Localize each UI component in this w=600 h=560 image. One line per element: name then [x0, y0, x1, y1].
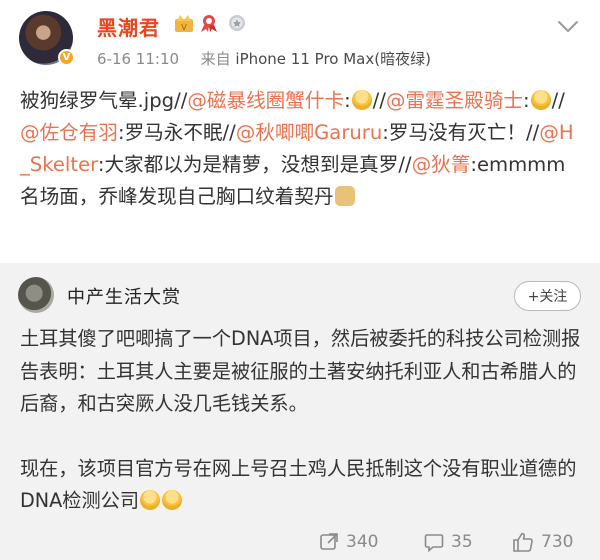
action-bar: 340 35 730: [0, 525, 600, 560]
comment-action[interactable]: 35: [423, 528, 473, 556]
repost-paragraph-2-text: 现在，该项目官方号在网上号召土鸡人民抵制这个没有职业道德的DNA检测公司: [20, 456, 577, 513]
doge-emoji-icon: [334, 186, 355, 206]
mention-link[interactable]: @佐仓有羽: [20, 121, 118, 144]
repost-action[interactable]: 340: [318, 528, 378, 556]
post-text-segment: :: [523, 89, 530, 112]
comment-count: 35: [451, 532, 473, 552]
post-text-segment: 被狗绿罗气晕.jpg//: [20, 89, 188, 112]
post-time: 6-16 11:10: [97, 50, 180, 68]
laugh-cry-emoji-icon: [140, 490, 161, 510]
like-icon: [513, 532, 533, 552]
svg-text:V: V: [181, 23, 187, 32]
repost-author-name[interactable]: 中产生活大赏: [67, 283, 181, 309]
verified-badge-icon: V: [58, 49, 75, 66]
mention-link[interactable]: @雷霆圣殿骑士: [386, 89, 523, 112]
post-source-prefix: 来自: [200, 50, 231, 68]
post-text-segment: :罗马没有灭亡！//: [382, 121, 540, 144]
post-header: V 黑潮君 V 6-16 11:10 来自 iPhone 11 Pro Max(…: [0, 0, 600, 84]
repost-paragraph-1: 土耳其傻了吧唧搞了一个DNA项目，然后被委托的科技公司检测报告表明：土耳其人主要…: [20, 327, 581, 415]
repost-author-avatar[interactable]: [18, 277, 54, 313]
repost-icon: [320, 533, 338, 550]
post-meta: 6-16 11:10 来自 iPhone 11 Pro Max(暗夜绿): [97, 48, 431, 69]
post-text-segment: :: [344, 89, 351, 112]
post-device[interactable]: iPhone 11 Pro Max(暗夜绿): [235, 50, 431, 68]
laugh-cry-emoji-icon: [351, 90, 372, 110]
comment-icon: [424, 534, 444, 553]
repost-content: 土耳其傻了吧唧搞了一个DNA项目，然后被委托的科技公司检测报告表明：土耳其人主要…: [20, 323, 582, 518]
post-content: 被狗绿罗气晕.jpg//@磁暴线圈蟹什卡://@雷霆圣殿骑士://@佐仓有羽:罗…: [20, 85, 582, 213]
repost-paragraph-2: 现在，该项目官方号在网上号召土鸡人民抵制这个没有职业道德的DNA检测公司: [20, 453, 582, 518]
medal-badge-icon[interactable]: [226, 13, 248, 33]
laugh-cry-emoji-icon: [530, 90, 551, 110]
reposted-card[interactable]: 中产生活大赏 +关注 土耳其傻了吧唧搞了一个DNA项目，然后被委托的科技公司检测…: [0, 263, 600, 525]
author-name[interactable]: 黑潮君: [97, 12, 160, 41]
like-action[interactable]: 730: [511, 528, 573, 556]
mention-link[interactable]: @狄箐: [412, 153, 471, 176]
post-text-segment: :罗马永不眠//: [117, 121, 236, 144]
laugh-cry-emoji-icon: [162, 490, 183, 510]
follow-button[interactable]: +关注: [514, 281, 581, 311]
post-text-segment: //: [372, 89, 386, 112]
ribbon-badge-icon[interactable]: [198, 13, 220, 33]
chevron-down-icon[interactable]: [555, 16, 581, 38]
repost-count: 340: [346, 532, 379, 552]
mention-link[interactable]: @秋唧唧Garuru: [236, 121, 383, 144]
mention-link[interactable]: @磁暴线圈蟹什卡: [187, 89, 344, 112]
post-text-segment: //: [551, 89, 565, 112]
post-text-segment: :大家都以为是精萝，没想到是真罗//: [97, 153, 412, 176]
like-count: 730: [541, 532, 574, 552]
crown-badge-icon[interactable]: V: [173, 13, 195, 33]
